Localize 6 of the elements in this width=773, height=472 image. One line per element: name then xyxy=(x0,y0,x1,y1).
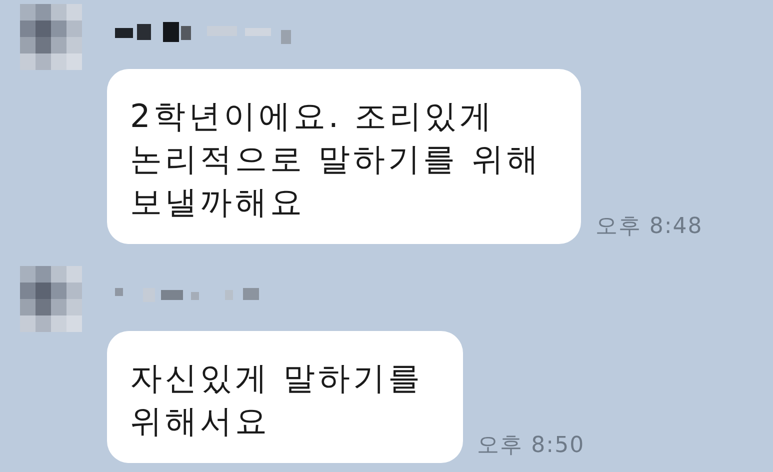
avatar xyxy=(20,266,82,332)
message-bubble: 자신있게 말하기를 위해서요 xyxy=(107,331,464,463)
message-bubble: 2학년이에요. 조리있게 논리적으로 말하기를 위해 보낼까해요 xyxy=(107,69,582,244)
message-time: 오후 8:48 xyxy=(595,213,703,241)
message-time: 오후 8:50 xyxy=(477,432,585,460)
avatar xyxy=(20,4,82,70)
